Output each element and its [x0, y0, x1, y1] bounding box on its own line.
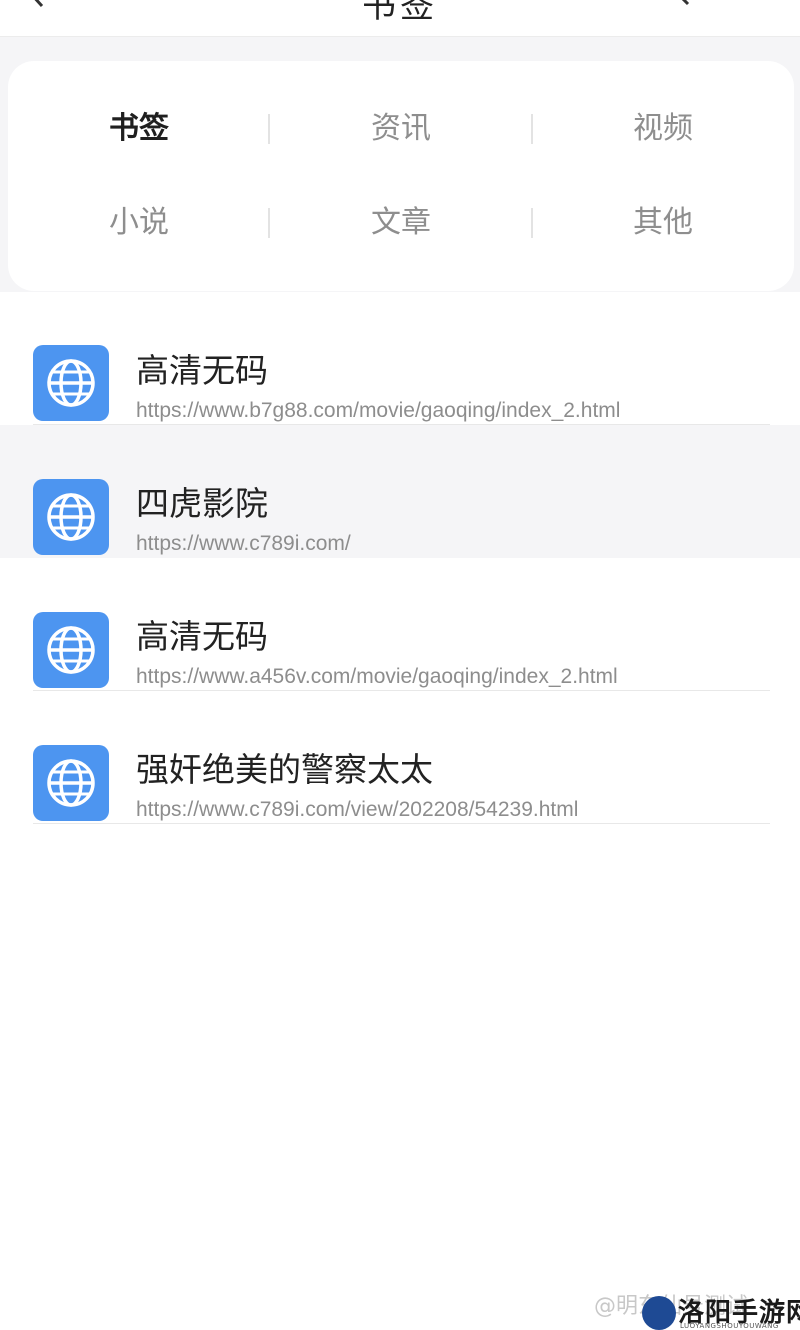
category-tabs: 书签 资讯 视频 小说 文章 其他 [8, 61, 794, 291]
bookmark-url: https://www.c789i.com/ [136, 532, 351, 555]
bookmark-title: 高清无码 [136, 617, 268, 656]
tab-article[interactable]: 文章 [270, 193, 532, 253]
bookmark-title: 强奸绝美的警察太太 [136, 750, 433, 789]
bookmark-row[interactable]: 强奸绝美的警察太太 https://www.c789i.com/view/2022… [0, 691, 800, 824]
bookmark-row[interactable]: 高清无码 https://www.b7g88.com/movie/gaoqing/… [0, 292, 800, 425]
tab-other[interactable]: 其他 [532, 193, 794, 253]
globe-icon [33, 479, 109, 555]
search-icon[interactable] [652, 0, 692, 8]
watermark-logo-icon [642, 1296, 676, 1330]
globe-icon [33, 745, 109, 821]
top-app-bar: 书签 [0, 0, 800, 37]
row-divider [33, 823, 770, 824]
bookmark-title: 高清无码 [136, 351, 268, 390]
watermark: @明东仙号测试 洛阳手游网 LUOYANGSHOUYOUWANG [590, 1278, 800, 1330]
tab-novel[interactable]: 小说 [8, 193, 270, 253]
tab-news[interactable]: 资讯 [270, 99, 532, 159]
globe-icon [33, 612, 109, 688]
bookmark-url: https://www.c789i.com/view/202208/54239.… [136, 798, 579, 821]
bookmark-url: https://www.b7g88.com/movie/gaoqing/inde… [136, 399, 621, 422]
watermark-brand-sub: LUOYANGSHOUYOUWANG [680, 1322, 779, 1330]
tab-bookmarks[interactable]: 书签 [8, 99, 270, 159]
bookmark-title: 四虎影院 [136, 484, 268, 523]
bookmark-url: https://www.a456v.com/movie/gaoqing/inde… [136, 665, 618, 688]
bookmark-row[interactable]: 高清无码 https://www.a456v.com/movie/gaoqing/… [0, 558, 800, 691]
tab-video[interactable]: 视频 [532, 99, 794, 159]
globe-icon [33, 345, 109, 421]
bookmark-row[interactable]: 四虎影院 https://www.c789i.com/ [0, 425, 800, 558]
